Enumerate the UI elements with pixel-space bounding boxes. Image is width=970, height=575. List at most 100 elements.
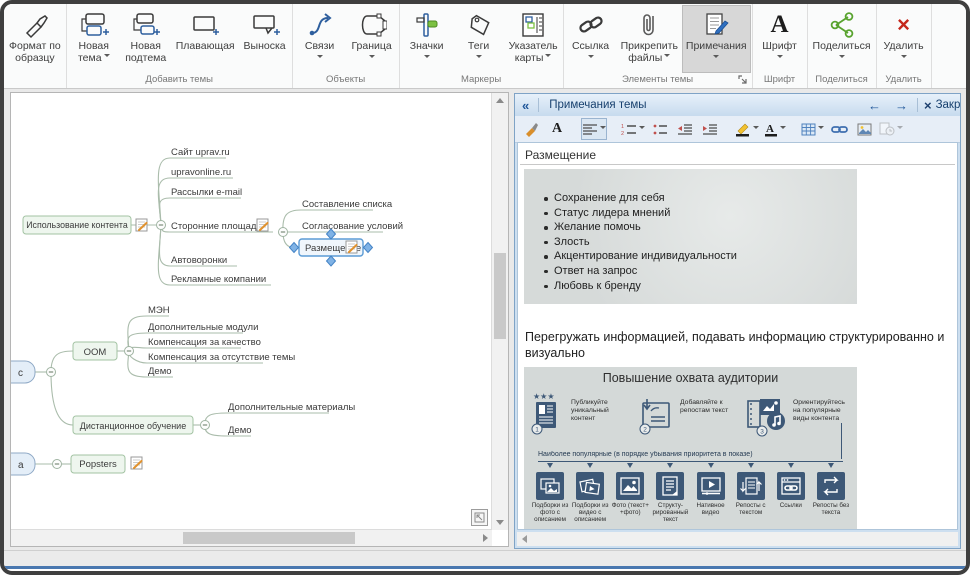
tags-button[interactable]: Теги: [453, 5, 505, 73]
note-icon[interactable]: [136, 219, 147, 231]
relationships-button[interactable]: Связи: [294, 5, 346, 73]
bullet-list-button[interactable]: [649, 118, 671, 140]
scroll-down-icon[interactable]: [496, 520, 504, 525]
numbered-list-button[interactable]: 12: [620, 118, 646, 140]
infographic-step-2: 2 Добавляйте к репостам текст: [637, 391, 744, 449]
collapse-toggle[interactable]: [125, 347, 134, 356]
note-icon[interactable]: [131, 457, 142, 469]
ribbon-group-delete: × Удалить Удалить: [877, 4, 932, 88]
share-button[interactable]: Поделиться: [809, 5, 875, 73]
note-title[interactable]: Размещение: [525, 148, 596, 162]
delete-icon: ×: [897, 14, 910, 36]
topic-men[interactable]: МЭН: [148, 305, 170, 316]
svg-text:Автоворонки: Автоворонки: [171, 255, 227, 266]
topic-popsters[interactable]: Popsters: [71, 455, 142, 473]
callout-button[interactable]: Выноска: [239, 5, 291, 73]
new-topic-button[interactable]: Новая тема: [68, 5, 120, 73]
boundary-button[interactable]: Граница: [346, 5, 398, 73]
icons-button[interactable]: Значки: [401, 5, 453, 73]
collapse-panel-icon[interactable]: «: [515, 98, 536, 113]
insert-table-button[interactable]: [800, 118, 825, 140]
insert-timestamp-button[interactable]: [878, 118, 904, 140]
infographic-title: Повышение охвата аудитории: [524, 367, 857, 385]
collapse-toggle[interactable]: [53, 460, 62, 469]
collapse-toggle[interactable]: [279, 228, 288, 237]
topic-list-building[interactable]: Составление списка: [302, 199, 393, 210]
floating-topic-button[interactable]: Плавающая: [172, 5, 239, 73]
topic-modules[interactable]: Дополнительные модули: [148, 322, 258, 333]
svg-text:Дистанционное обучение: Дистанционное обучение: [80, 421, 186, 431]
horizontal-scrollbar[interactable]: [11, 529, 492, 546]
topic-third-party[interactable]: Сторонние площадки: [171, 219, 268, 232]
drag-handle-left[interactable]: [290, 243, 299, 253]
map-canvas[interactable]: Использование контента Сайт uprav.ru upr…: [10, 92, 509, 547]
format-painter-button[interactable]: Формат по образцу: [5, 5, 65, 73]
topic-placement-selected[interactable]: Размещение: [290, 229, 373, 266]
insert-image-button[interactable]: [853, 118, 875, 140]
hyperlink-icon: [577, 11, 605, 39]
topic-site[interactable]: Сайт uprav.ru: [171, 147, 230, 158]
separator: [538, 98, 539, 112]
topic-demo1[interactable]: Демо: [148, 366, 172, 377]
close-panel-button[interactable]: × Закрыть: [920, 98, 960, 113]
new-subtopic-button[interactable]: Новая подтема: [120, 5, 172, 73]
collapse-toggle[interactable]: [47, 368, 56, 377]
topic-distance-learning[interactable]: Дистанционное обучение: [73, 416, 193, 434]
topic-funnels[interactable]: Автоворонки: [171, 255, 227, 266]
delete-button[interactable]: × Удалить: [878, 5, 930, 73]
topic-email[interactable]: Рассылки e-mail: [171, 187, 242, 198]
note-image-bullet-slide[interactable]: Сохранение для себя Статус лидера мнений…: [524, 169, 857, 304]
topic-ads[interactable]: Рекламные компании: [171, 274, 266, 285]
topic-root-edge1[interactable]: с: [11, 361, 35, 383]
vertical-scrollbar[interactable]: [491, 93, 508, 530]
font-button[interactable]: A: [546, 118, 568, 140]
notes-horizontal-scrollbar[interactable]: [517, 532, 958, 546]
topic-oom[interactable]: OOM: [73, 342, 117, 360]
next-note-icon[interactable]: →: [888, 98, 915, 113]
button-label: Плавающая: [176, 41, 235, 53]
note-icon[interactable]: [257, 219, 268, 231]
scroll-right-icon[interactable]: [483, 534, 488, 542]
topic-comp-quality[interactable]: Компенсация за качество: [148, 337, 261, 348]
insert-link-button[interactable]: [828, 118, 850, 140]
align-button[interactable]: [581, 118, 607, 140]
ribbon-group-markers: Значки Теги Указатель карты Маркеры: [400, 4, 564, 88]
topic-comp-no-topic[interactable]: Компенсация за отсутствие темы: [148, 352, 295, 363]
note-editor-content[interactable]: Размещение Сохранение для себя Статус ли…: [517, 142, 958, 530]
font-color-button[interactable]: A: [763, 118, 787, 140]
font-button[interactable]: A Шрифт: [754, 5, 806, 73]
scroll-up-icon[interactable]: [496, 98, 504, 103]
map-index-button[interactable]: Указатель карты: [505, 5, 562, 73]
topic-terms[interactable]: Согласование условий: [302, 221, 403, 232]
svg-text:Сайт uprav.ru: Сайт uprav.ru: [171, 147, 230, 158]
attach-files-button[interactable]: Прикрепить файлы: [617, 5, 682, 73]
decrease-indent-button[interactable]: [674, 118, 696, 140]
note-paragraph[interactable]: Перегружать информацией, подавать информ…: [525, 329, 953, 361]
highlight-button[interactable]: [734, 118, 760, 140]
notes-button[interactable]: Примечания: [682, 5, 751, 73]
topic-materials[interactable]: Дополнительные материалы: [228, 402, 355, 413]
mind-map[interactable]: Использование контента Сайт uprav.ru upr…: [11, 93, 491, 533]
link-button[interactable]: Ссылка: [565, 5, 617, 73]
format-brush-button[interactable]: [521, 118, 543, 140]
topic-root-edge2[interactable]: а: [11, 453, 35, 475]
note-icon[interactable]: [346, 241, 357, 253]
vertical-scroll-thumb[interactable]: [494, 253, 506, 339]
prev-note-icon[interactable]: ←: [861, 98, 888, 113]
topic-upravonline[interactable]: upravonline.ru: [171, 167, 231, 178]
note-image-infographic[interactable]: Повышение охвата аудитории ★★★ 1: [524, 367, 857, 530]
fit-map-button[interactable]: [471, 509, 488, 526]
topic-demo2[interactable]: Демо: [228, 425, 252, 436]
topic-root-content-usage[interactable]: Использование контента: [23, 216, 147, 234]
collapse-toggle[interactable]: [157, 221, 166, 230]
dialog-launcher-icon[interactable]: [738, 75, 748, 90]
bullet-list-icon: [653, 123, 668, 136]
drag-handle-right[interactable]: [364, 243, 373, 253]
scroll-left-icon[interactable]: [522, 535, 527, 543]
paperclip-icon: [638, 11, 660, 39]
repost-icon: [819, 474, 843, 498]
horizontal-scroll-thumb[interactable]: [183, 532, 355, 544]
increase-indent-button[interactable]: [699, 118, 721, 140]
drag-handle-bottom[interactable]: [327, 256, 336, 266]
collapse-toggle[interactable]: [201, 421, 210, 430]
